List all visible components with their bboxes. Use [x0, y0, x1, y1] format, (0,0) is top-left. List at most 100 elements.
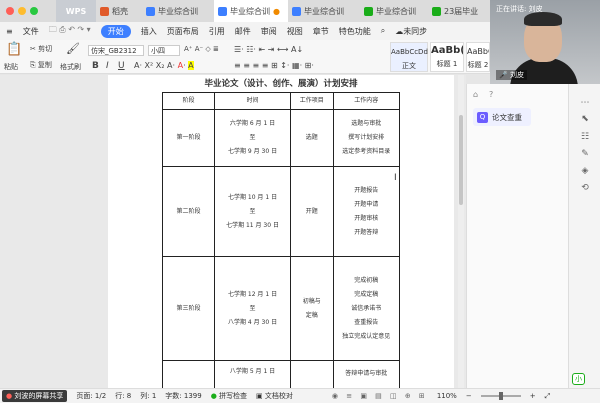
- record-dot-icon: ●: [6, 392, 13, 400]
- vertical-scrollbar[interactable]: [458, 75, 464, 388]
- minimize-window-icon[interactable]: [18, 7, 26, 15]
- project-cell: 开题: [289, 166, 334, 257]
- time-line: 至: [249, 304, 256, 312]
- search-icon[interactable]: ⌕: [381, 26, 385, 36]
- tab-sheet-1[interactable]: 毕业综合训: [360, 0, 428, 22]
- list-indent-tools[interactable]: ☰· ☷· ⇤ ⇥ ⟷ A↓: [234, 45, 303, 54]
- menu-chapter[interactable]: 章节: [313, 26, 329, 37]
- video-call-overlay[interactable]: 正在讲话: 刘皮 🎤 刘皮: [490, 0, 600, 84]
- hamburger-icon[interactable]: ≡: [6, 27, 13, 36]
- project-line: 选题: [305, 134, 318, 141]
- menu-references[interactable]: 引用: [209, 26, 225, 37]
- tab-doc-1[interactable]: 毕业综合训: [142, 0, 214, 22]
- zoom-out-icon[interactable]: −: [466, 392, 472, 400]
- screen-share-indicator[interactable]: ● 刘波的屏幕共享: [2, 390, 68, 402]
- page-indicator[interactable]: 页面: 1/2: [76, 391, 106, 401]
- more-icon[interactable]: ⋯: [580, 98, 590, 108]
- style-heading-2[interactable]: AaBbCc 标题 2: [466, 42, 490, 72]
- plan-table[interactable]: 阶段 时间 工作项目 工作内容 第一阶段 六学期 6 月 1 日至七学期 9 月…: [161, 92, 401, 388]
- select-icon[interactable]: ⬉: [580, 114, 590, 124]
- menu-view[interactable]: 视图: [287, 26, 303, 37]
- alignment-tools[interactable]: ≡ ≡ ≡ ≡ ⊞ ↕· ▦· ⊞·: [234, 61, 314, 70]
- menu-features[interactable]: 特色功能: [339, 26, 371, 37]
- tab-label: 毕业综合训: [304, 6, 344, 16]
- document-page[interactable]: 毕业论文（设计、创作、展演）计划安排 阶段 时间 工作项目 工作内容 第一阶段 …: [108, 75, 454, 388]
- tab-doc-2[interactable]: 毕业综合训 ●: [214, 0, 288, 22]
- style-normal[interactable]: AaBbCcDd 正文: [390, 42, 428, 72]
- font-size-select[interactable]: 小四: [148, 45, 180, 56]
- cut-button[interactable]: ✂ 剪切: [30, 44, 52, 54]
- scrollbar-thumb[interactable]: [459, 115, 463, 205]
- table-row[interactable]: 第二阶段 七学期 10 月 1 日至七学期 11 月 30 日 开题 开题报告开…: [161, 166, 401, 257]
- menu-insert[interactable]: 插入: [141, 26, 157, 37]
- help-icon[interactable]: ?: [489, 90, 493, 99]
- paste-button[interactable]: 粘贴: [4, 62, 18, 72]
- font-name-select[interactable]: 仿宋_GB2312: [88, 45, 144, 56]
- spell-check[interactable]: ● 拼写检查: [211, 391, 247, 401]
- sheet-icon: [432, 6, 441, 16]
- tab-label: 毕业综合训: [158, 6, 198, 16]
- time-line: 六学期 6 月 1 日: [229, 120, 276, 127]
- document-title: 毕业论文（设计、创作、展演）计划安排: [204, 79, 358, 89]
- zoom-level[interactable]: 110%: [437, 392, 457, 400]
- format-painter-icon[interactable]: 🖌: [66, 42, 80, 55]
- tab-docer[interactable]: 稻壳: [96, 0, 142, 22]
- content-line: 完成初稿: [354, 276, 379, 284]
- tab-sheet-2[interactable]: 23届毕业: [428, 0, 484, 22]
- content-line: 撰写计划安排: [348, 134, 385, 141]
- doc-proofread[interactable]: ▣ 文档校对: [256, 391, 293, 401]
- menu-review[interactable]: 审阅: [261, 26, 277, 37]
- menu-mail[interactable]: 邮件: [235, 26, 251, 37]
- proofread-label: 文档校对: [264, 392, 293, 400]
- zoom-in-icon[interactable]: +: [530, 392, 536, 400]
- settings-sliders-icon[interactable]: ☷: [580, 132, 590, 142]
- layers-icon[interactable]: ◈: [580, 166, 590, 176]
- sync-label: 未同步: [403, 26, 428, 36]
- content-cell: 开题报告 开题申请 开题审核 开题答辩: [332, 166, 401, 257]
- font-color-tools[interactable]: A· X² X₂ A· A· A: [134, 61, 194, 70]
- zoom-slider[interactable]: [480, 392, 521, 400]
- collapse-icon[interactable]: ⌂: [473, 90, 478, 99]
- menu-start[interactable]: 开始: [100, 24, 131, 38]
- copy-button[interactable]: ⎘ 复制: [30, 60, 52, 70]
- cut-label: 剪切: [38, 45, 53, 53]
- zoom-window-icon[interactable]: [30, 7, 38, 15]
- fit-page-icon[interactable]: ⤢: [545, 392, 551, 401]
- sheet-icon: [364, 6, 373, 16]
- word-count[interactable]: 字数: 1399: [165, 391, 201, 401]
- style-icon[interactable]: ✎: [580, 149, 590, 159]
- window-controls: [0, 7, 56, 15]
- document-canvas[interactable]: 毕业论文（设计、创作、展演）计划安排 阶段 时间 工作项目 工作内容 第一阶段 …: [0, 75, 466, 388]
- content-line: 开题报告: [354, 186, 379, 194]
- menu-page-layout[interactable]: 页面布局: [167, 26, 199, 37]
- right-task-panel: ⌂ ? Q 论文查重: [466, 84, 568, 388]
- style-preview: AaBbCc: [467, 47, 489, 56]
- paste-icon[interactable]: 📋: [6, 42, 22, 57]
- sync-status[interactable]: ☁未同步: [395, 26, 427, 37]
- format-painter-button[interactable]: 格式刷: [60, 62, 81, 72]
- quick-access-icons[interactable]: 🗀 ⎙ ↶ ↷ ▾: [49, 24, 91, 38]
- tab-label: 23届毕业: [444, 6, 479, 16]
- history-icon[interactable]: ⟲: [580, 183, 590, 193]
- paper-check-button[interactable]: Q 论文查重: [473, 108, 531, 126]
- font-grow-shrink[interactable]: A⁺ A⁻ ◇ ≣: [184, 45, 219, 53]
- wechat-float-badge[interactable]: 小: [572, 373, 585, 385]
- tab-wps[interactable]: WPS: [56, 0, 96, 22]
- status-bar: ● 刘波的屏幕共享 页面: 1/2 行: 8 列: 1 字数: 1399 ● 拼…: [0, 388, 600, 403]
- bold-button[interactable]: B: [92, 61, 99, 71]
- content-line: 开题审核: [354, 214, 379, 222]
- speaker-name-text: 刘皮: [509, 71, 524, 79]
- menu-file[interactable]: 文件: [23, 26, 39, 37]
- time-line: 七学期 11 月 30 日: [226, 221, 279, 229]
- table-row[interactable]: 八学期 5 月 1 日 答辩申请与审批: [161, 360, 401, 388]
- italic-button[interactable]: I: [106, 61, 109, 71]
- style-preview: AaBb(: [431, 45, 464, 56]
- table-row[interactable]: 第三阶段 七学期 12 月 1 日至八学期 4 月 30 日 初稿与 定稿 完成初…: [161, 256, 401, 361]
- tab-doc-3[interactable]: 毕业综合训: [288, 0, 360, 22]
- table-row[interactable]: 第一阶段 六学期 6 月 1 日至七学期 9 月 30 日 选题 选题与审批 撰写…: [161, 109, 401, 167]
- time-cell: 七学期 10 月 1 日至七学期 11 月 30 日: [214, 166, 291, 257]
- view-mode-icons[interactable]: ◉ ≡ ▣ ▤ ◫ ⊕ ⊞: [332, 392, 428, 400]
- style-heading-1[interactable]: AaBb( 标题 1: [430, 42, 464, 72]
- close-window-icon[interactable]: [6, 7, 14, 15]
- underline-button[interactable]: U: [118, 61, 125, 71]
